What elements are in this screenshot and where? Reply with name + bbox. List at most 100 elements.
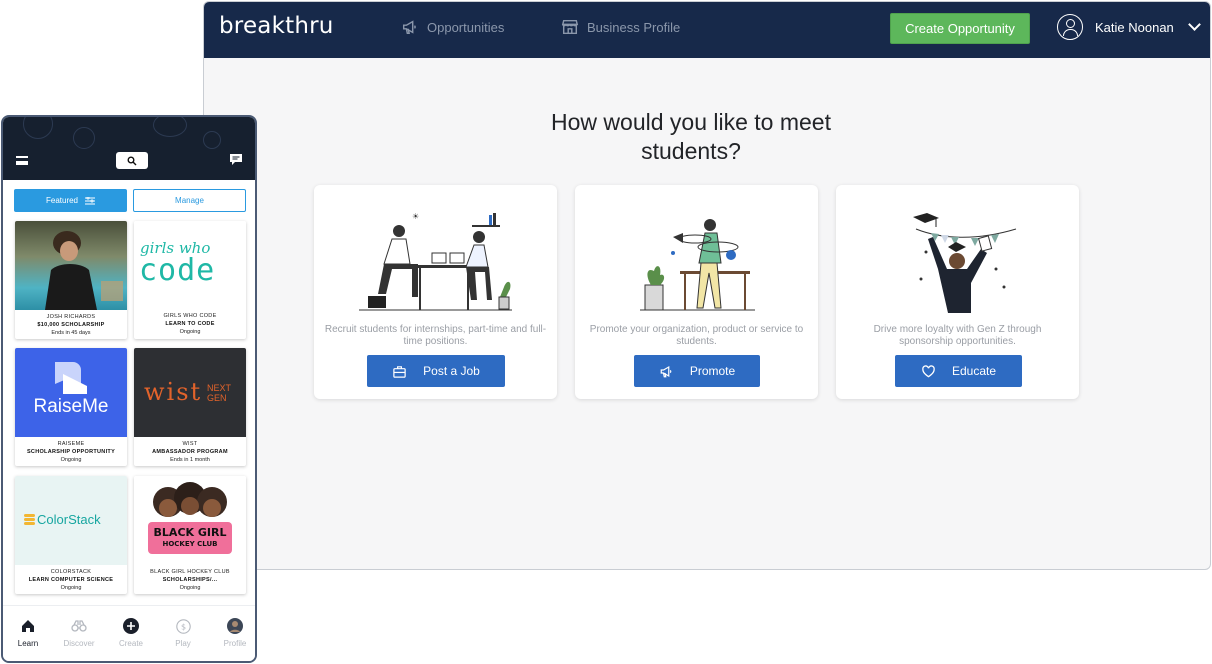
nav-business-profile[interactable]: Business Profile <box>561 18 680 36</box>
colorstack-stack-icon <box>24 514 35 525</box>
tile-org: JOSH RICHARDS <box>46 314 96 320</box>
tab-play[interactable]: $ Play <box>159 618 207 648</box>
person-photo <box>45 231 123 310</box>
mobile-app-frame: Featured Manage JOSH RICHARDS $10,000 SC… <box>1 115 257 663</box>
tab-discover[interactable]: Discover <box>55 618 103 648</box>
opportunity-tile[interactable]: BLACK GIRL HOCKEY CLUB BLACK GIRL HOCKEY… <box>134 476 246 594</box>
user-menu[interactable]: Katie Noonan <box>1057 14 1201 40</box>
tile-logo: wist NEXT GEN <box>134 348 246 437</box>
colorstack-logo-text: ColorStack <box>37 512 101 527</box>
tile-status: Ongoing <box>60 585 82 591</box>
heart-icon <box>922 364 935 377</box>
promote-button[interactable]: Promote <box>634 355 760 387</box>
tab-play-label: Play <box>175 639 191 648</box>
tile-title: $10,000 SCHOLARSHIP <box>37 322 105 328</box>
filter-icon <box>85 196 96 204</box>
tile-org: COLORSTACK <box>50 569 92 575</box>
tile-photo <box>15 221 127 310</box>
tile-title: LEARN TO CODE <box>165 321 215 327</box>
tile-title: SCHOLARSHIPS/... <box>162 577 218 583</box>
background-doodle <box>203 131 221 149</box>
background-doodle <box>23 117 53 139</box>
tile-title: LEARN COMPUTER SCIENCE <box>28 577 114 583</box>
wist-gen-text: GEN <box>207 393 227 403</box>
girls-who-code-logo-bottom: code <box>139 253 216 288</box>
search-icon <box>127 156 137 165</box>
tile-org: RAISEME <box>57 441 85 447</box>
nav-business-profile-label: Business Profile <box>587 19 681 35</box>
tile-title: AMBASSADOR PROGRAM <box>152 449 228 455</box>
card-promote: Promote your organization, product or se… <box>575 185 818 399</box>
graduation-illustration <box>913 213 1017 313</box>
tile-logo: girls who code <box>134 221 246 310</box>
svg-text:$: $ <box>180 622 185 631</box>
educate-label: Educate <box>951 364 997 378</box>
tile-org: WIST <box>182 441 198 447</box>
tile-status: Ends in 1 month <box>170 457 210 463</box>
tab-create-label: Create <box>118 639 143 648</box>
opportunity-tile[interactable]: JOSH RICHARDS $10,000 SCHOLARSHIP Ends i… <box>15 221 127 339</box>
tile-title: SCHOLARSHIP OPPORTUNITY <box>26 449 116 455</box>
top-navigation-bar: breakthru Opportunities Business Profile… <box>204 2 1210 58</box>
background-doodle <box>153 117 187 137</box>
wist-next-text: NEXT <box>207 383 232 393</box>
tab-learn-label: Learn <box>17 639 39 648</box>
tile-logo: ColorStack <box>15 476 127 565</box>
card-description: Drive more loyalty with Gen Z through sp… <box>873 324 1042 347</box>
background-doodle <box>73 127 95 149</box>
opportunity-tile[interactable]: girls who code GIRLS WHO CODE LEARN TO C… <box>134 221 246 339</box>
storefront-icon <box>561 19 579 35</box>
opportunity-tile[interactable]: RaiseMe RAISEME SCHOLARSHIP OPPORTUNITY … <box>15 348 127 466</box>
nav-opportunities[interactable]: Opportunities <box>401 18 504 36</box>
page-heading: How would you like to meet students? <box>551 109 831 164</box>
bottom-tab-bar: Learn Discover Create $ Play Profile <box>3 605 255 661</box>
tile-org: GIRLS WHO CODE <box>163 313 217 319</box>
post-job-button[interactable]: Post a Job <box>367 355 505 387</box>
menu-icon[interactable] <box>16 156 28 165</box>
promote-illustration <box>640 219 755 311</box>
educate-button[interactable]: Educate <box>895 355 1022 387</box>
user-name: Katie Noonan <box>1095 19 1174 35</box>
binoculars-icon <box>71 620 87 632</box>
tile-logo: RaiseMe <box>15 348 127 437</box>
svg-text:☀: ☀ <box>412 212 419 221</box>
bghc-logo-top: BLACK GIRL <box>153 526 227 539</box>
promote-label: Promote <box>689 364 736 378</box>
desktop-window: breakthru Opportunities Business Profile… <box>203 1 1211 570</box>
plus-circle-icon <box>123 618 139 634</box>
create-opportunity-button[interactable]: Create Opportunity <box>890 13 1030 44</box>
bghc-logo-bottom: HOCKEY CLUB <box>162 540 218 548</box>
raiseme-mark-icon <box>55 362 87 394</box>
briefcase-icon <box>393 365 406 378</box>
mobile-header <box>3 117 255 180</box>
tile-org: BLACK GIRL HOCKEY CLUB <box>150 569 230 575</box>
megaphone-icon <box>402 20 416 35</box>
wist-logo-text: wist <box>144 378 203 406</box>
home-icon <box>22 620 34 632</box>
nav-opportunities-label: Opportunities <box>427 19 505 35</box>
tab-create[interactable]: Create <box>107 618 155 648</box>
featured-label: Featured <box>45 196 79 205</box>
raiseme-logo-text: RaiseMe <box>33 396 109 417</box>
megaphone-icon <box>660 365 672 377</box>
manage-label: Manage <box>175 196 204 205</box>
breakthru-logo[interactable]: breakthru <box>219 13 334 39</box>
card-post-job: ☀ Recruit students for internships, part… <box>314 185 557 399</box>
card-educate: Drive more loyalty with Gen Z through sp… <box>836 185 1079 399</box>
card-description: Promote your organization, product or se… <box>589 324 804 347</box>
manage-tab[interactable]: Manage <box>133 189 246 212</box>
tab-profile[interactable]: Profile <box>211 618 255 648</box>
tab-learn[interactable]: Learn <box>4 618 52 648</box>
work-desk-illustration: ☀ <box>359 212 512 311</box>
search-button[interactable] <box>116 152 148 169</box>
opportunity-tile[interactable]: wist NEXT GEN WIST AMBASSADOR PROGRAM En… <box>134 348 246 466</box>
chat-icon[interactable] <box>230 154 242 165</box>
featured-tab[interactable]: Featured <box>14 189 127 212</box>
opportunity-tile[interactable]: ColorStack COLORSTACK LEARN COMPUTER SCI… <box>15 476 127 594</box>
tile-logo: BLACK GIRL HOCKEY CLUB <box>134 476 246 565</box>
post-job-label: Post a Job <box>423 364 480 378</box>
tile-status: Ongoing <box>60 457 82 463</box>
hockey-club-illustration <box>148 482 232 554</box>
card-description: Recruit students for internships, part-t… <box>324 324 547 347</box>
tab-profile-label: Profile <box>223 639 247 648</box>
